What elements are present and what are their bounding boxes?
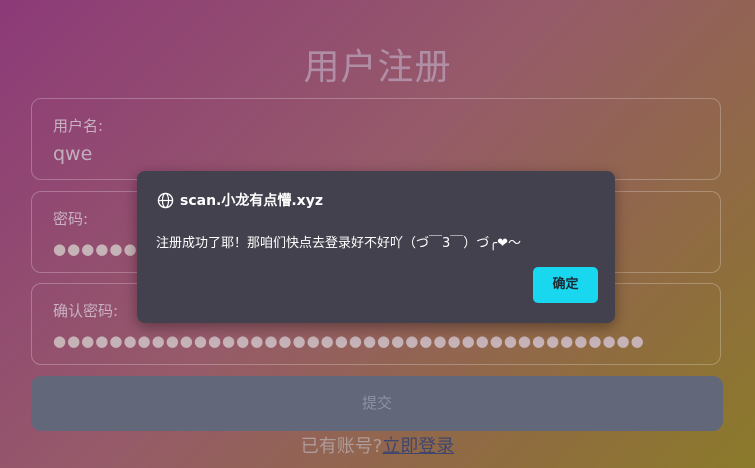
globe-icon — [157, 192, 174, 209]
dialog-origin-text: scan.小龙有点懵.xyz — [180, 193, 323, 209]
alert-overlay: scan.小龙有点懵.xyz 注册成功了耶！那咱们快点去登录好不好吖（づ￣3￣）… — [0, 0, 755, 468]
ok-button[interactable]: 确定 — [533, 267, 598, 303]
dialog-origin: scan.小龙有点懵.xyz — [157, 190, 323, 210]
dialog-message: 注册成功了耶！那咱们快点去登录好不好吖（づ￣3￣）づ╭❤～ — [156, 236, 521, 251]
alert-dialog: scan.小龙有点懵.xyz 注册成功了耶！那咱们快点去登录好不好吖（づ￣3￣）… — [137, 171, 615, 323]
